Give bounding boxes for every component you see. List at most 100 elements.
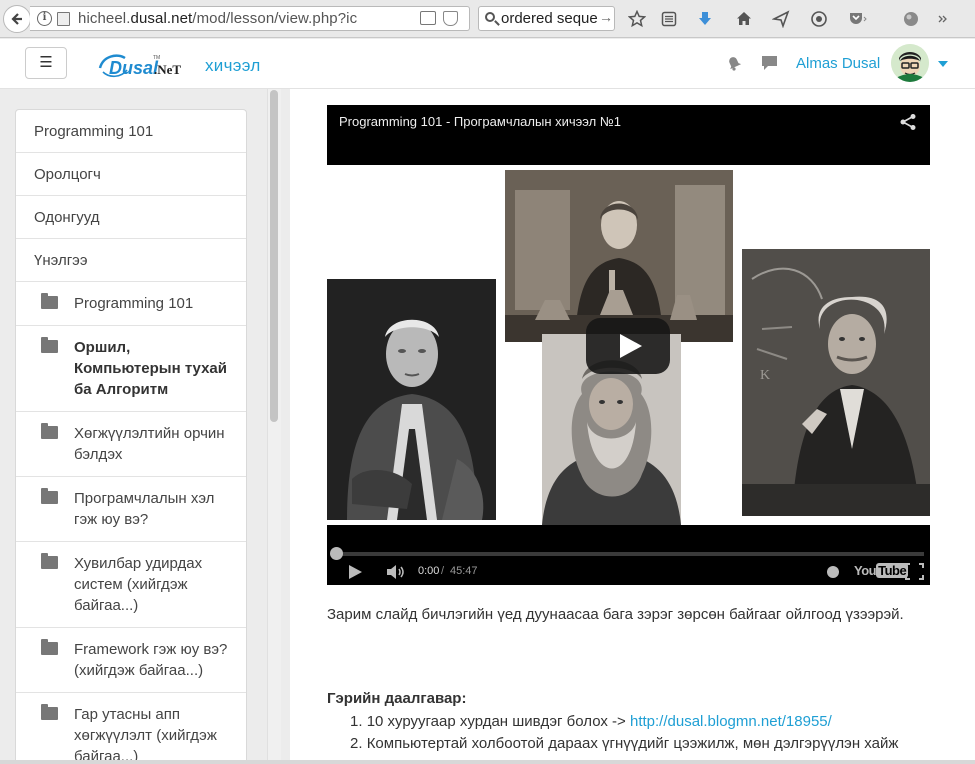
sidebar-scrollbar[interactable] (270, 90, 278, 422)
photo-curie (505, 170, 733, 342)
sidebar-nav: Programming 101 Оролцогч Одонгууд Үнэлгэ… (15, 109, 247, 764)
sidebar-page-item[interactable]: Programming 101 (16, 282, 246, 326)
fullscreen-icon[interactable] (905, 563, 924, 580)
homework-link[interactable]: http://dusal.blogmn.net/18955/ (630, 713, 832, 730)
sidebar-item-course[interactable]: Programming 101 (16, 110, 246, 153)
folder-icon (41, 337, 58, 353)
time-current: 0:00 (418, 565, 440, 577)
sidebar-page-item[interactable]: Програмчлалын хэл гэж юу вэ? (16, 477, 246, 542)
url-bar[interactable]: i hicheel.dusal.net/mod/lesson/view.php?… (30, 6, 470, 31)
bottom-edge (0, 760, 975, 764)
sidebar-page-label: Програмчлалын хэл гэж юу вэ? (74, 490, 215, 528)
search-icon (485, 12, 495, 22)
photo-edison (327, 279, 496, 520)
logo-suffix: .NeT (154, 62, 181, 77)
clock-icon[interactable] (827, 566, 839, 578)
folder-icon (41, 639, 58, 655)
dusal-logo[interactable]: Dusal .NeT TM (97, 50, 199, 82)
homework-number: 2. (350, 735, 363, 752)
sidebar-page-item[interactable]: Хувилбар удирдах систем (хийгдэж байгаа.… (16, 542, 246, 628)
video-title-bar: Programming 101 - Програмчлалын хичээл №… (327, 105, 930, 165)
star-icon[interactable] (626, 8, 648, 30)
sidebar-page-label: Гар утасны апп хөгжүүлэлт (хийгдэж байга… (74, 706, 217, 764)
youtube-logo[interactable]: You Tube (854, 563, 909, 578)
sidebar-item-label: Programming 101 (34, 123, 154, 140)
url-prefix: hicheel. (78, 10, 131, 27)
logo-mark-icon: Dusal .NeT TM (98, 54, 181, 78)
search-bar[interactable]: ordered seque → (478, 6, 615, 31)
homework-number: 1. (350, 713, 363, 730)
addon-icon[interactable] (808, 8, 830, 30)
homework-text: Компьютертай холбоотой дараах үгнүүдийг … (366, 735, 899, 752)
sidebar-item-label: Үнэлгээ (34, 252, 88, 269)
url-host: dusal.net (130, 10, 193, 27)
sidebar-page-item[interactable]: Хөгжүүлэлтийн орчин бэлдэх (16, 412, 246, 477)
sidebar-item-label: Одонгууд (34, 209, 100, 226)
home-icon[interactable] (733, 8, 755, 30)
svg-text:K: K (760, 368, 770, 383)
ball-icon[interactable] (900, 8, 922, 30)
youtube-logo-tube: Tube (876, 563, 909, 578)
video-progress-bar[interactable] (333, 552, 924, 556)
folder-icon (41, 488, 58, 504)
chat-icon[interactable] (760, 53, 780, 73)
sidebar-page-item[interactable]: Гар утасны апп хөгжүүлэлт (хийгдэж байга… (16, 693, 246, 764)
info-icon[interactable]: i (37, 11, 52, 26)
user-menu-caret-icon[interactable] (938, 61, 948, 67)
homework-title: Гэрийн даалгавар: (327, 690, 467, 707)
sidebar-item-grades[interactable]: Үнэлгээ (16, 239, 246, 282)
sidebar-item-participants[interactable]: Оролцогч (16, 153, 246, 196)
page-icon (57, 12, 70, 26)
video-controls: 0:00 / 45:47 You Tube (327, 525, 930, 585)
back-button[interactable] (3, 5, 31, 33)
menu-toggle-button[interactable]: ☰ (25, 47, 67, 79)
youtube-logo-you: You (854, 563, 877, 578)
download-icon[interactable] (694, 8, 716, 30)
time-total: 45:47 (450, 565, 478, 577)
sidebar-page-label: Хувилбар удирдах систем (хийгдэж байгаа.… (74, 555, 203, 614)
search-input[interactable]: ordered seque (501, 10, 601, 27)
share-icon[interactable] (899, 113, 917, 131)
sidebar-page-item[interactable]: Framework гэж юу вэ? (хийгдэж байгаа...) (16, 628, 246, 693)
back-arrow-icon (11, 13, 22, 25)
send-icon[interactable] (770, 8, 792, 30)
search-go-button[interactable]: → (599, 9, 613, 25)
homework-list: 1. 10 хуруугаар хурдан шивдэг болох -> h… (350, 711, 898, 755)
sidebar-item-badges[interactable]: Одонгууд (16, 196, 246, 239)
reader-icon[interactable] (420, 11, 436, 25)
play-icon[interactable] (349, 565, 362, 579)
folder-icon (41, 293, 58, 309)
user-name[interactable]: Almas Dusal (796, 55, 880, 72)
list-item: 2. Компьютертай холбоотой дараах үгнүүди… (350, 733, 898, 755)
pocket-icon[interactable] (443, 11, 458, 26)
volume-icon[interactable] (386, 564, 406, 580)
brand-title[interactable]: хичээл (205, 56, 261, 76)
homework-text: 10 хуруугаар хурдан шивдэг болох -> (366, 713, 630, 730)
sidebar-page-label: Framework гэж юу вэ? (хийгдэж байгаа...) (74, 641, 228, 679)
url-path: /mod/lesson/view.php?ic (192, 10, 358, 27)
folder-icon (41, 423, 58, 439)
play-overlay-button[interactable] (586, 318, 670, 374)
video-scrubber-handle[interactable] (330, 547, 343, 560)
reading-list-icon[interactable] (658, 8, 680, 30)
menu-overflow-icon[interactable] (930, 8, 952, 30)
logo-text: Dusal (109, 58, 159, 78)
sidebar-page-label: Programming 101 (74, 295, 194, 312)
photo-einstein: K (742, 249, 930, 516)
folder-icon (41, 553, 58, 569)
avatar[interactable] (891, 44, 929, 82)
list-item: 1. 10 хуруугаар хурдан шивдэг болох -> h… (350, 711, 898, 733)
time-separator: / (441, 565, 445, 577)
url-text[interactable]: hicheel.dusal.net/mod/lesson/view.php?ic (78, 10, 400, 27)
bell-icon[interactable] (724, 53, 744, 73)
logo-tm: TM (153, 55, 160, 61)
pocket-toolbar-icon[interactable] (846, 8, 868, 30)
browser-toolbar: i hicheel.dusal.net/mod/lesson/view.php?… (0, 0, 975, 38)
site-header: ☰ Dusal .NeT TM хичээл Almas Dusal (0, 39, 975, 89)
sidebar-item-label: Оролцогч (34, 166, 101, 183)
sidebar-page-item-active[interactable]: Оршил, Компьютерын тухай ба Алгоритм (16, 326, 246, 412)
video-title[interactable]: Programming 101 - Програмчлалын хичээл №… (339, 114, 621, 129)
note-paragraph: Зарим слайд бичлэгийн үед дуунаасаа бага… (327, 606, 904, 623)
youtube-video-player[interactable]: Programming 101 - Програмчлалын хичээл №… (327, 105, 930, 585)
sidebar-page-label: Хөгжүүлэлтийн орчин бэлдэх (74, 425, 225, 463)
